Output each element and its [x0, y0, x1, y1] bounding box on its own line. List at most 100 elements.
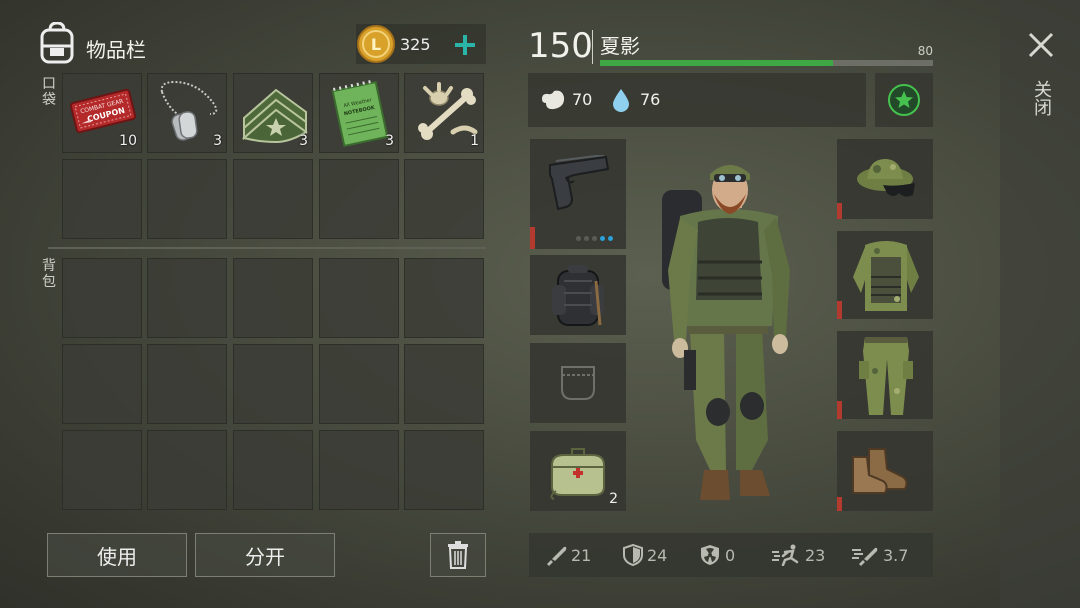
- hunger-value: 70: [572, 90, 593, 109]
- pocket-slot-empty[interactable]: [319, 159, 399, 239]
- radiation-value: 0: [725, 545, 736, 565]
- shield-icon: [623, 544, 643, 566]
- player-level: 150: [528, 26, 593, 66]
- pocket-slot-coupon[interactable]: COMBAT GEAR COUPON 10: [62, 73, 142, 153]
- backpack-slot[interactable]: [62, 430, 142, 510]
- trash-icon: [448, 541, 468, 569]
- defense-stat: 24: [623, 533, 667, 577]
- pocket-slot-bones[interactable]: 1: [404, 73, 484, 153]
- durability-bar: [837, 203, 842, 219]
- backpack-slot[interactable]: [404, 258, 484, 338]
- pocket-equip-slot[interactable]: [530, 343, 626, 423]
- radiation-icon: [701, 545, 719, 565]
- item-count: 10: [119, 133, 137, 149]
- rank-badge-button[interactable]: [875, 73, 933, 127]
- legs-slot[interactable]: [837, 331, 933, 419]
- item-count: 3: [385, 133, 394, 149]
- health-bar-track: [600, 60, 933, 66]
- knife-speed-icon: [852, 547, 878, 566]
- pocket-label: 口袋: [42, 76, 56, 108]
- inventory-title: 物品栏: [86, 38, 146, 62]
- item-count: 3: [299, 133, 308, 149]
- durability-bar: [837, 497, 842, 511]
- backpack-label: 背包: [42, 258, 56, 290]
- health-bar-fill: [600, 60, 834, 66]
- attack-speed-stat: 3.7: [851, 533, 908, 577]
- backpack-slot[interactable]: [233, 344, 313, 424]
- boonie-hat-icon: [857, 159, 915, 197]
- feet-slot[interactable]: [837, 431, 933, 511]
- use-button[interactable]: 使用: [47, 533, 187, 577]
- pocket-slot-insignia[interactable]: 3: [233, 73, 313, 153]
- medkit-icon: [550, 448, 605, 500]
- backpack-slot[interactable]: [147, 344, 227, 424]
- speed-stat: 23: [771, 533, 825, 577]
- backpack-slot[interactable]: [147, 258, 227, 338]
- weapon-slot[interactable]: [530, 139, 626, 249]
- add-coins-button[interactable]: [454, 34, 476, 56]
- pocket-slot-empty[interactable]: [233, 159, 313, 239]
- pocket-slot-empty[interactable]: [404, 159, 484, 239]
- armor-vest-icon: [853, 241, 919, 311]
- player-character: [662, 165, 790, 500]
- boots-icon: [852, 448, 908, 494]
- backpack-slot[interactable]: [233, 258, 313, 338]
- backpack-equip-slot[interactable]: [530, 255, 626, 335]
- stats-bar: 21 24 0 23 3.7: [529, 533, 933, 577]
- backpack-slot[interactable]: [62, 258, 142, 338]
- dog-tags-icon: [160, 80, 218, 141]
- durability-bar: [837, 401, 842, 419]
- backpack-slot[interactable]: [319, 258, 399, 338]
- pistol-icon: [549, 155, 610, 211]
- pocket-slot-dogtags[interactable]: 3: [147, 73, 227, 153]
- body-slot[interactable]: [837, 231, 933, 319]
- section-divider: [48, 247, 486, 249]
- backpack-slot[interactable]: [319, 430, 399, 510]
- coupon-icon: COMBAT GEAR COUPON: [69, 88, 137, 134]
- coin-count: 325: [400, 35, 431, 54]
- radiation-stat: 0: [699, 533, 735, 577]
- level-divider: [592, 30, 593, 64]
- player-name: 夏影: [600, 34, 640, 58]
- bar-max-value: 80: [917, 44, 933, 58]
- svg-text:L: L: [371, 35, 381, 54]
- notebook-icon: All Weather NOTEBOOK: [331, 80, 389, 148]
- camo-pants-icon: [859, 337, 913, 415]
- backpack-slot[interactable]: [404, 430, 484, 510]
- pocket-placeholder-icon: [561, 366, 595, 400]
- close-panel[interactable]: 关闭: [1000, 0, 1080, 608]
- durability-bar: [837, 301, 842, 319]
- vitals-panel: 70 76: [528, 73, 866, 127]
- water-drop-icon: [613, 89, 629, 112]
- medkit-slot[interactable]: 2: [530, 431, 626, 511]
- head-slot[interactable]: [837, 139, 933, 219]
- defense-value: 24: [647, 545, 668, 565]
- thirst-value: 76: [640, 90, 661, 109]
- running-icon: [772, 544, 799, 566]
- delete-button[interactable]: [430, 533, 486, 577]
- attack-speed-value: 3.7: [883, 545, 909, 565]
- backpack-icon: [40, 22, 74, 64]
- star-badge-icon: [888, 84, 920, 116]
- pocket-slot-empty[interactable]: [147, 159, 227, 239]
- backpack-slot[interactable]: [233, 430, 313, 510]
- close-icon[interactable]: [1028, 32, 1054, 58]
- tactical-backpack-icon: [552, 265, 604, 326]
- durability-bar: [530, 227, 535, 249]
- split-button[interactable]: 分开: [195, 533, 335, 577]
- backpack-slot[interactable]: [62, 344, 142, 424]
- backpack-slot[interactable]: [404, 344, 484, 424]
- knife-icon: [547, 546, 567, 566]
- attack-value: 21: [571, 545, 592, 565]
- attack-stat: 21: [545, 533, 591, 577]
- speed-value: 23: [805, 545, 826, 565]
- pocket-slot-empty[interactable]: [62, 159, 142, 239]
- coin-display: L 325: [356, 24, 486, 64]
- coin-icon: L: [357, 25, 395, 63]
- pocket-slot-notebook[interactable]: All Weather NOTEBOOK 3: [319, 73, 399, 153]
- item-count: 3: [213, 133, 222, 149]
- backpack-slot[interactable]: [319, 344, 399, 424]
- backpack-slot[interactable]: [147, 430, 227, 510]
- ammo-dots: [576, 236, 613, 241]
- close-label[interactable]: 关闭: [1031, 80, 1052, 116]
